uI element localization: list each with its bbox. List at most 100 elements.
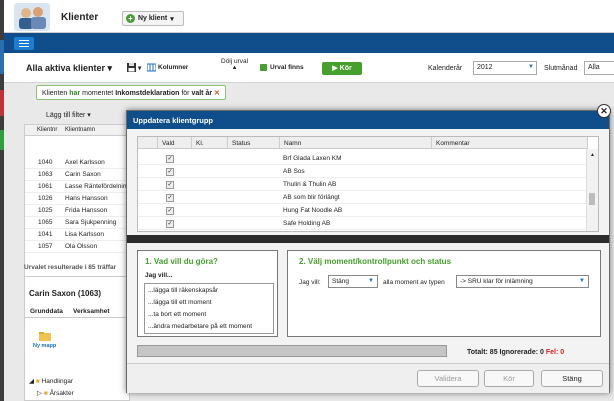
table-row[interactable]: ✓ Thulin & Thulin AB <box>138 179 588 191</box>
client-name: Lasse Räntefördelning <box>65 183 127 190</box>
floppy-disk-icon <box>127 63 136 72</box>
run-button[interactable]: ▶ Kör <box>322 62 362 75</box>
tree-item-annual[interactable]: ▷ ■ Årsakter <box>37 389 74 397</box>
end-month-select[interactable]: Alla <box>584 61 614 75</box>
save-button[interactable]: ▾ <box>127 63 141 72</box>
filter-chip[interactable]: Klienten har momentet Inkomstdeklaration… <box>36 85 226 100</box>
action-select[interactable]: Stäng ▼ <box>328 275 378 288</box>
update-client-group-dialog: Uppdatera klientgrupp Vald Kl. Status Na… <box>126 110 610 393</box>
tab-basic-data[interactable]: Grunddata <box>30 308 63 315</box>
new-client-label: Ny klient <box>138 15 168 22</box>
run-dialog-button[interactable]: Kör <box>484 370 534 387</box>
client-name: Sara Sjukpenning <box>65 219 117 226</box>
action-change-staff[interactable]: ...ändra medarbetare på ett moment <box>148 323 252 330</box>
selected-checkbox[interactable]: ✓ <box>166 181 174 189</box>
funnel-icon <box>260 64 267 71</box>
tree-item-documents[interactable]: ◢ ■ Handlingar <box>29 377 73 385</box>
client-name: Frida Hansson <box>65 207 108 214</box>
run-label: Kör <box>339 65 352 72</box>
table-row[interactable]: ✓ AB som blir förlängt <box>138 192 588 204</box>
col-kl: Kl. <box>192 137 228 149</box>
selected-checkbox[interactable]: ✓ <box>166 194 174 202</box>
action-list: ...lägga till räkenskapsår ...lägga till… <box>144 283 274 334</box>
client-selection-table: Vald Kl. Status Namn Kommentar ✓ Brf Glad… <box>137 136 599 232</box>
action-add-moment[interactable]: ...lägga till ett moment <box>148 299 212 306</box>
client-filter-label: Alla aktiva klienter <box>26 63 106 73</box>
table-row[interactable]: 1061 Lasse Räntefördelning <box>25 181 129 193</box>
tab-business[interactable]: Verksamhet <box>73 308 110 315</box>
hide-selection-button[interactable]: Dölj urval ▲ <box>221 58 248 71</box>
menu-row <box>4 33 614 53</box>
selected-checkbox[interactable]: ✓ <box>166 168 174 176</box>
table-row[interactable]: ✓ Hung Fat Noodle AB <box>138 205 588 217</box>
vertical-scrollbar[interactable]: ▲ <box>586 149 598 231</box>
toolbar: Alla aktiva klienter ▾ ▾ Kolumner Dölj u… <box>4 53 614 83</box>
hamburger-menu-icon[interactable] <box>14 37 34 50</box>
table-row[interactable]: 1026 Hans Hansson <box>25 193 129 205</box>
selected-checkbox[interactable]: ✓ <box>166 220 174 228</box>
selected-checkbox[interactable]: ✓ <box>166 207 174 215</box>
client-number: 1025 <box>38 207 53 214</box>
client-detail-title: Carin Saxon (1063) <box>29 289 102 298</box>
col-status: Status <box>228 137 280 149</box>
client-name: Hans Hansson <box>65 195 108 202</box>
columns-button[interactable]: Kolumner <box>147 63 188 72</box>
client-number: 1063 <box>38 171 53 178</box>
remove-filter-icon[interactable]: ✕ <box>214 90 220 97</box>
calendar-year-select[interactable]: 2012 ▼ <box>473 61 537 75</box>
i-want-label: Jag vill: <box>299 279 321 286</box>
table-row[interactable]: 1025 Frida Hansson <box>25 205 129 217</box>
client-number: 1040 <box>38 159 53 166</box>
selection-exists-button[interactable]: Urval finns <box>259 63 304 72</box>
dialog-title: Uppdatera klientgrupp <box>133 116 214 125</box>
table-row[interactable]: 1057 Ola Olsson <box>25 241 129 253</box>
new-client-button[interactable]: + Ny klient ▾ <box>122 11 184 26</box>
row-name: AB Sos <box>283 168 305 175</box>
action-remove-moment[interactable]: ...ta bort ett moment <box>148 311 206 318</box>
table-row[interactable]: ✓ Brf Glada Laxen KM <box>138 153 588 165</box>
calendar-year-label: Kalenderår <box>428 65 463 72</box>
new-folder-button[interactable]: Ny mapp <box>33 332 56 349</box>
chevron-down-icon: ▾ <box>170 15 174 23</box>
scroll-up-icon[interactable]: ▲ <box>590 152 595 158</box>
splitter-bar[interactable] <box>127 235 609 243</box>
end-month-value: Alla <box>588 64 600 71</box>
close-dialog-button[interactable]: Stäng <box>541 370 603 387</box>
dialog-button-row: Validera Kör Stäng <box>127 363 609 393</box>
table-row[interactable]: ✓ AB Sos <box>138 166 588 178</box>
table-row[interactable]: 1041 Lisa Karlsson <box>25 229 129 241</box>
moment-type-value: -> SRU klar för inlämning <box>460 278 533 285</box>
plus-icon: + <box>126 14 135 23</box>
close-icon[interactable]: ✕ <box>597 104 611 118</box>
row-name: AB som blir förlängt <box>283 194 340 201</box>
title-bar: Klienter + Ny klient ▾ <box>4 0 614 33</box>
moment-type-select[interactable]: -> SRU klar för inlämning ▼ <box>456 275 589 288</box>
filter-for: för <box>181 90 190 97</box>
table-row[interactable]: 1040 Axel Karlsson <box>25 157 129 169</box>
chevron-down-icon: ▼ <box>579 278 585 284</box>
table-row[interactable]: 1065 Sara Sjukpenning <box>25 217 129 229</box>
filter-period: valt år <box>191 90 213 97</box>
client-name: Carin Saxon <box>65 171 101 178</box>
scroll-thumb[interactable] <box>589 193 595 205</box>
table-row[interactable]: 1063 Carin Saxon <box>25 169 129 181</box>
validate-button[interactable]: Validera <box>417 370 479 387</box>
detail-tabs: Grunddata Verksamhet <box>25 306 129 318</box>
add-filter-dropdown[interactable]: Lägg till filter ▾ <box>46 111 91 119</box>
step1-panel: 1. Vad vill du göra? Jag vill... ...lägg… <box>137 250 278 337</box>
row-name: Hung Fat Noodle AB <box>283 207 343 214</box>
table-row[interactable]: ✓ Safe Holding AB <box>138 218 588 230</box>
end-month-label: Slutmånad <box>544 65 578 72</box>
step1-subtitle: Jag vill... <box>145 272 173 279</box>
row-name: Brf Glada Laxen KM <box>283 155 342 162</box>
client-filter-dropdown[interactable]: Alla aktiva klienter ▾ <box>26 63 112 74</box>
play-icon: ▶ <box>332 65 338 72</box>
folder-icon: ■ <box>35 378 40 385</box>
client-name: Lisa Karlsson <box>65 231 105 238</box>
tree-label: Årsakter <box>49 390 74 397</box>
action-add-fiscal-year[interactable]: ...lägga till räkenskapsår <box>148 287 218 294</box>
selected-checkbox[interactable]: ✓ <box>166 155 174 163</box>
folder-icon: ■ <box>43 390 48 397</box>
client-number: 1026 <box>38 195 53 202</box>
dialog-header: Uppdatera klientgrupp <box>127 111 609 129</box>
